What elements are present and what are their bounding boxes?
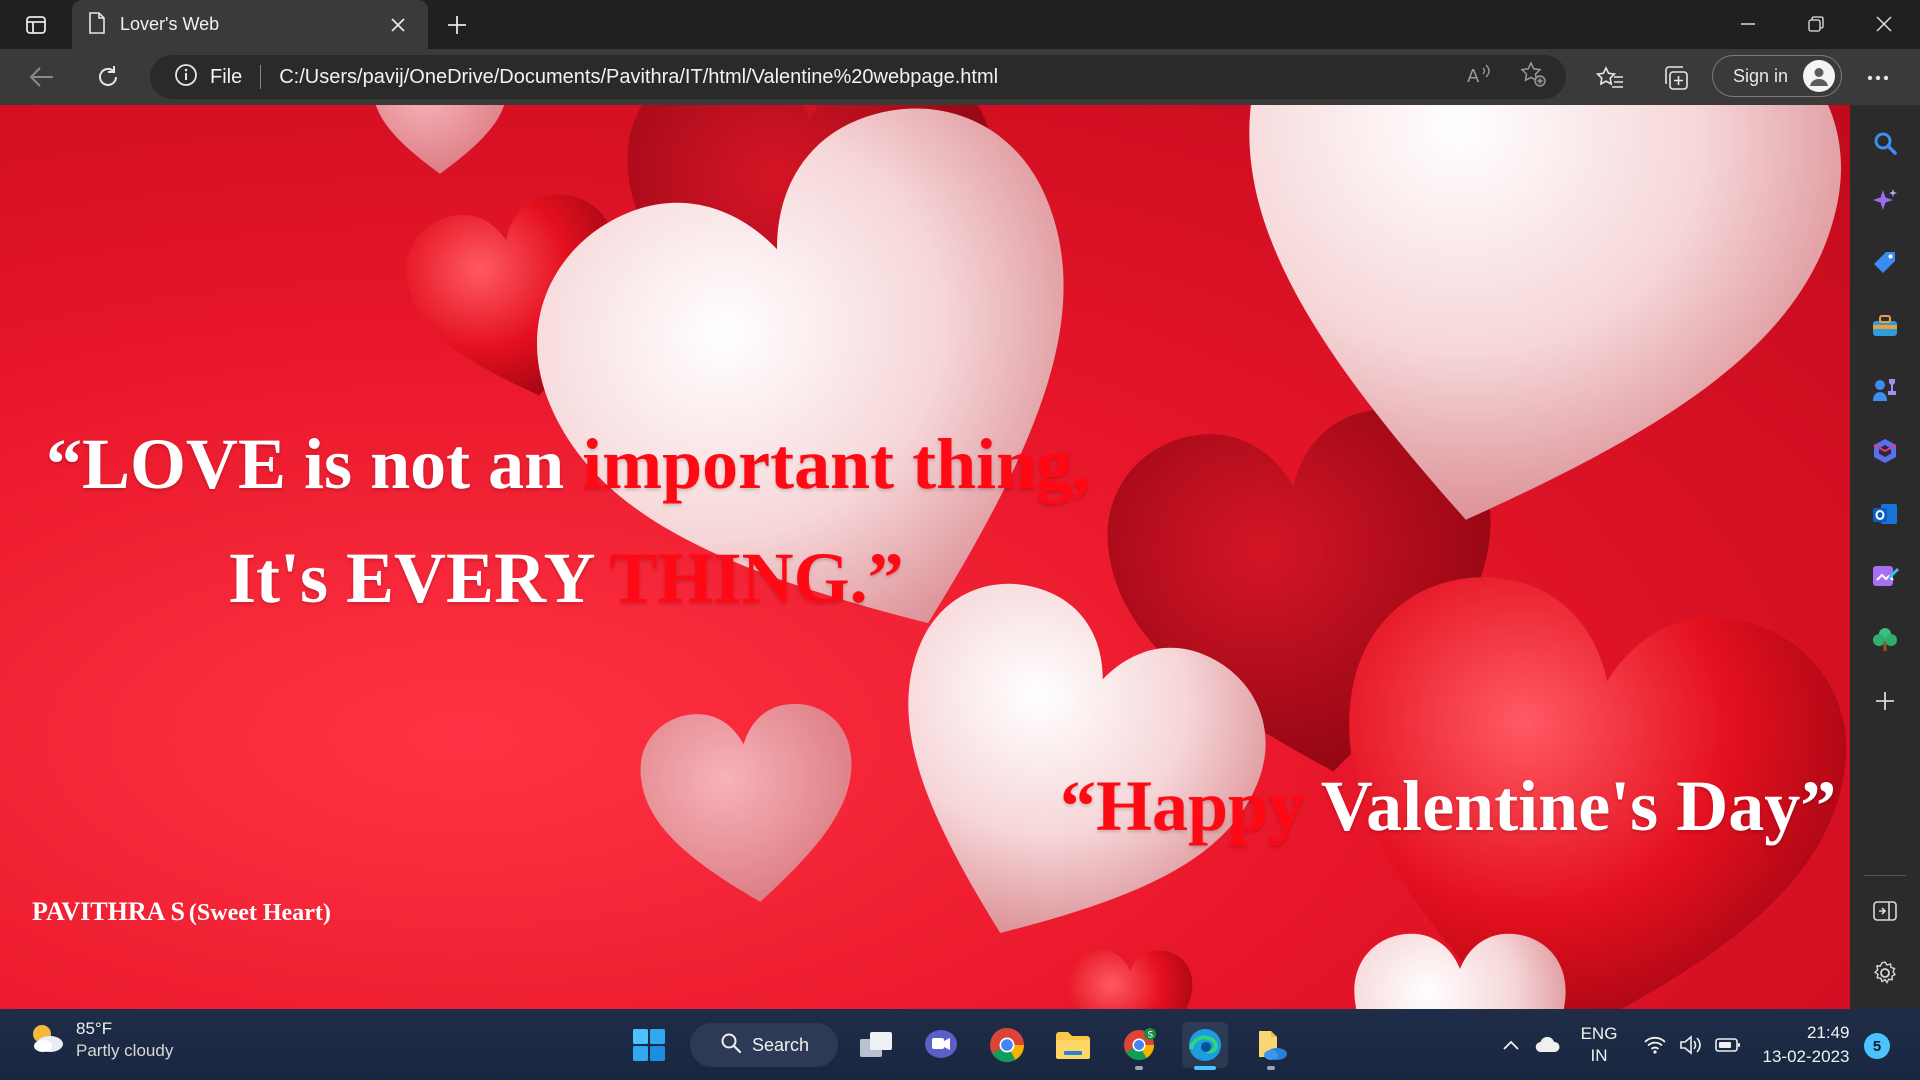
read-aloud-icon[interactable]: A xyxy=(1464,59,1494,89)
quote-line-2-white: It's EVERY xyxy=(228,538,610,618)
restore-icon[interactable] xyxy=(1786,4,1846,44)
tab-title: Lover's Web xyxy=(120,14,220,34)
svg-text:A: A xyxy=(1467,66,1480,86)
weather-condition: Partly cloudy xyxy=(76,1041,174,1060)
partly-cloudy-icon xyxy=(26,1020,66,1060)
site-info-icon[interactable] xyxy=(174,63,198,91)
add-icon[interactable] xyxy=(1869,685,1901,717)
quote-line-2-red: THING.” xyxy=(609,538,904,618)
battery-icon[interactable] xyxy=(1712,1009,1744,1080)
weather-temperature: 85°F xyxy=(76,1019,113,1038)
outlook-icon[interactable] xyxy=(1869,498,1901,530)
greeting-red: “Happy xyxy=(1060,766,1321,846)
shopping-icon[interactable] xyxy=(1869,247,1901,279)
quote-line-1-red: important thing, xyxy=(582,424,1091,504)
clock[interactable]: 21:49 13-02-2023 xyxy=(1756,1009,1856,1080)
edge-icon[interactable] xyxy=(1182,1022,1228,1070)
sign-in-label: Sign in xyxy=(1733,65,1789,86)
wifi-icon[interactable] xyxy=(1640,1009,1670,1080)
clock-date: 13-02-2023 xyxy=(1762,1046,1850,1066)
page-icon xyxy=(88,11,106,38)
running-indicator xyxy=(1135,1066,1143,1070)
notification-badge[interactable]: 5 xyxy=(1864,1033,1890,1059)
copilot-icon[interactable] xyxy=(1869,185,1901,217)
collections-icon[interactable] xyxy=(1660,62,1692,94)
clock-time: 21:49 xyxy=(1806,1022,1850,1042)
quote-line-1-white: “LOVE is not an xyxy=(46,424,583,504)
task-view-icon[interactable] xyxy=(853,1022,899,1068)
favorites-icon[interactable] xyxy=(1594,62,1626,94)
language-region: IN xyxy=(1590,1045,1608,1065)
sign-in-button[interactable]: Sign in xyxy=(1712,55,1842,97)
url-scheme: File xyxy=(210,65,243,88)
address-bar[interactable]: File C:/Users/pavij/OneDrive/Documents/P… xyxy=(150,55,1566,99)
search-icon[interactable] xyxy=(1869,127,1901,159)
tree-icon[interactable] xyxy=(1869,623,1901,655)
quote-line-2: It's EVERY THING.” xyxy=(228,537,904,620)
webpage-content: “LOVE is not an important thing, It's EV… xyxy=(0,105,1850,1009)
address-toolbar: File C:/Users/pavij/OneDrive/Documents/P… xyxy=(0,49,1920,105)
designer-icon[interactable] xyxy=(1869,560,1901,592)
start-button[interactable] xyxy=(626,1022,672,1068)
taskbar-search[interactable]: Search xyxy=(690,1023,838,1067)
language-code: ENG xyxy=(1580,1023,1618,1043)
onedrive-folder-icon[interactable] xyxy=(1248,1022,1294,1070)
onedrive-cloud-icon[interactable] xyxy=(1530,1009,1566,1080)
chrome-profile-icon[interactable]: S xyxy=(1116,1022,1162,1070)
teams-chat-icon[interactable] xyxy=(918,1022,964,1068)
search-label: Search xyxy=(752,1034,810,1055)
signature: PAVITHRA S (Sweet Heart) xyxy=(32,897,331,927)
active-indicator xyxy=(1194,1066,1216,1070)
new-tab-icon[interactable] xyxy=(440,8,474,42)
split-screen-icon[interactable] xyxy=(1869,895,1901,927)
valentine-greeting: “Happy Valentine's Day” xyxy=(1060,765,1836,848)
office-icon[interactable] xyxy=(1869,435,1901,467)
title-bar: Lover's Web xyxy=(0,0,1920,49)
games-icon[interactable] xyxy=(1869,373,1901,405)
file-explorer-icon[interactable] xyxy=(1050,1022,1096,1068)
close-tab-icon[interactable] xyxy=(384,11,412,39)
divider xyxy=(260,65,262,89)
url-text[interactable]: C:/Users/pavij/OneDrive/Documents/Pavith… xyxy=(279,66,998,89)
quote-line-1: “LOVE is not an important thing, xyxy=(46,423,1090,506)
signature-nickname: (Sweet Heart) xyxy=(188,900,331,926)
signature-name: PAVITHRA S xyxy=(32,897,185,926)
search-icon xyxy=(720,1032,742,1058)
minimize-icon[interactable] xyxy=(1718,4,1778,44)
sidebar-divider xyxy=(1864,875,1906,876)
tab-lovers-web[interactable]: Lover's Web xyxy=(72,0,428,49)
back-icon[interactable] xyxy=(24,59,60,95)
add-favorite-icon[interactable] xyxy=(1518,59,1548,89)
windows-taskbar: 85°F Partly cloudy Search S ENG IN 21:49… xyxy=(0,1009,1920,1080)
tools-icon[interactable] xyxy=(1869,310,1901,342)
volume-icon[interactable] xyxy=(1676,1009,1706,1080)
running-indicator xyxy=(1267,1066,1275,1070)
language-indicator[interactable]: ENG IN xyxy=(1574,1009,1624,1080)
edge-sidebar xyxy=(1850,105,1920,1009)
avatar-icon xyxy=(1803,60,1835,92)
weather-widget[interactable]: 85°F Partly cloudy xyxy=(26,1019,173,1061)
close-window-icon[interactable] xyxy=(1854,4,1914,44)
show-hidden-icons[interactable] xyxy=(1496,1009,1526,1080)
more-options-icon[interactable] xyxy=(1862,62,1894,94)
tab-actions-icon[interactable] xyxy=(20,10,52,40)
refresh-icon[interactable] xyxy=(90,59,126,95)
settings-icon[interactable] xyxy=(1869,957,1901,989)
chrome-icon[interactable] xyxy=(984,1022,1030,1068)
svg-text:S: S xyxy=(1148,1031,1154,1041)
greeting-white: Valentine's Day” xyxy=(1320,766,1837,846)
